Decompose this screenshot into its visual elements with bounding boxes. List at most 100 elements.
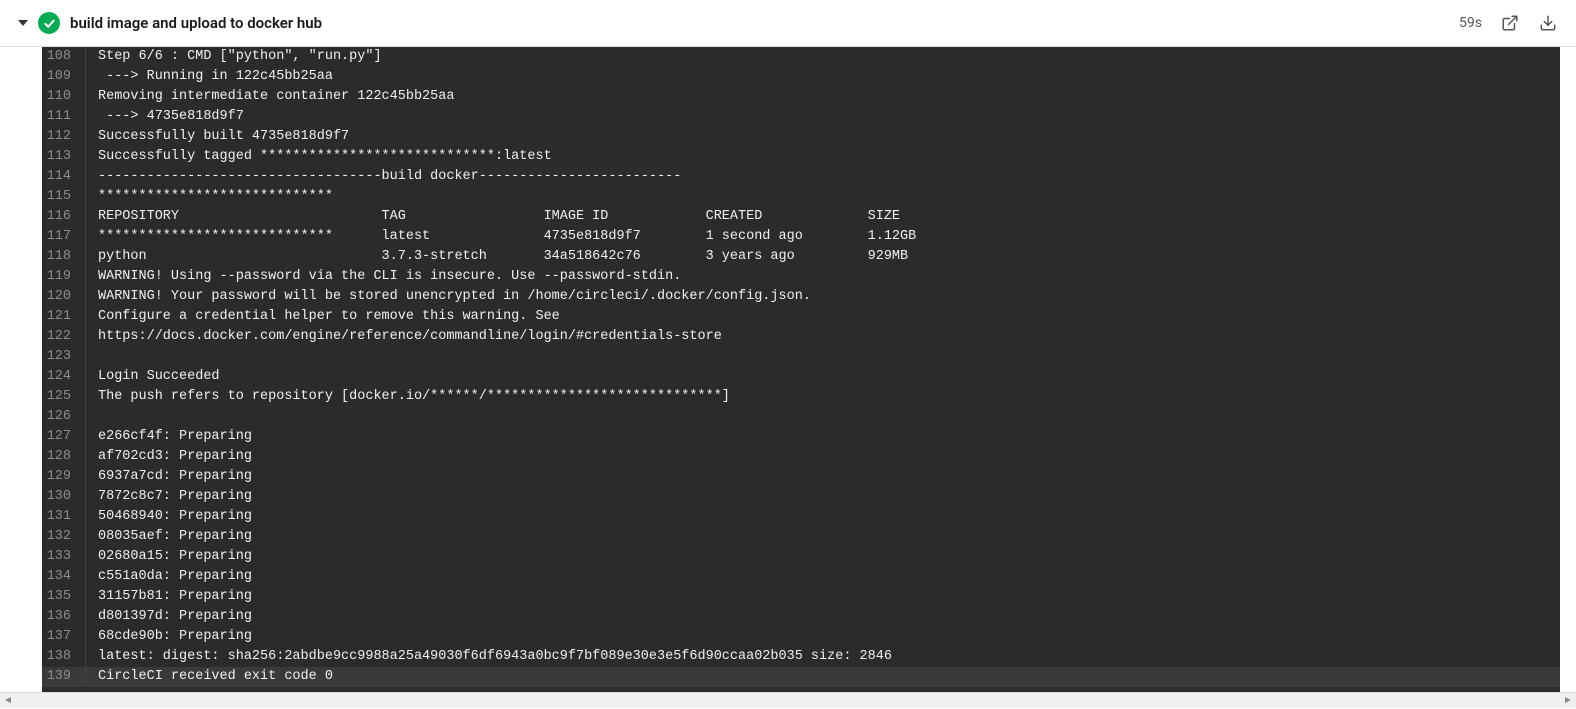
scroll-track[interactable]	[16, 693, 1560, 708]
log-line[interactable]: 13208035aef: Preparing	[42, 527, 1560, 547]
line-text: c551a0da: Preparing	[86, 567, 260, 587]
line-number: 125	[42, 387, 86, 407]
line-text: 31157b81: Preparing	[86, 587, 260, 607]
log-line[interactable]: 116REPOSITORY TAG IMAGE ID CREATED SIZE	[42, 207, 1560, 227]
log-line[interactable]: 119WARNING! Using --password via the CLI…	[42, 267, 1560, 287]
line-text: Step 6/6 : CMD ["python", "run.py"]	[86, 47, 382, 67]
line-text: 08035aef: Preparing	[86, 527, 260, 547]
line-number: 128	[42, 447, 86, 467]
log-line[interactable]: 13531157b81: Preparing	[42, 587, 1560, 607]
log-line[interactable]: 112Successfully built 4735e818d9f7	[42, 127, 1560, 147]
line-text: ---> 4735e818d9f7	[86, 107, 244, 127]
log-line[interactable]: 1307872c8c7: Preparing	[42, 487, 1560, 507]
log-line[interactable]: 126	[42, 407, 1560, 427]
line-number: 113	[42, 147, 86, 167]
line-number: 110	[42, 87, 86, 107]
line-number: 134	[42, 567, 86, 587]
line-number: 119	[42, 267, 86, 287]
log-line[interactable]: 128af702cd3: Preparing	[42, 447, 1560, 467]
line-number: 126	[42, 407, 86, 427]
line-number: 135	[42, 587, 86, 607]
line-number: 139	[42, 667, 86, 687]
log-line[interactable]: 127e266cf4f: Preparing	[42, 427, 1560, 447]
line-number: 118	[42, 247, 86, 267]
line-text: latest: digest: sha256:2abdbe9cc9988a25a…	[86, 647, 892, 667]
line-text: WARNING! Your password will be stored un…	[86, 287, 811, 307]
line-text: The push refers to repository [docker.io…	[86, 387, 730, 407]
log-line[interactable]: 113Successfully tagged *****************…	[42, 147, 1560, 167]
terminal-output[interactable]: 108Step 6/6 : CMD ["python", "run.py"]10…	[42, 47, 1560, 692]
line-number: 111	[42, 107, 86, 127]
line-number: 132	[42, 527, 86, 547]
log-line[interactable]: 110Removing intermediate container 122c4…	[42, 87, 1560, 107]
log-line[interactable]: 120WARNING! Your password will be stored…	[42, 287, 1560, 307]
log-line[interactable]: 134c551a0da: Preparing	[42, 567, 1560, 587]
log-line[interactable]: 115*****************************	[42, 187, 1560, 207]
line-text: Successfully built 4735e818d9f7	[86, 127, 349, 147]
line-number: 133	[42, 547, 86, 567]
log-line[interactable]: 136d801397d: Preparing	[42, 607, 1560, 627]
log-line[interactable]: 111 ---> 4735e818d9f7	[42, 107, 1560, 127]
scroll-left-arrow-icon[interactable]: ◄	[0, 693, 16, 709]
line-text: 7872c8c7: Preparing	[86, 487, 260, 507]
line-text: af702cd3: Preparing	[86, 447, 260, 467]
line-text: WARNING! Using --password via the CLI is…	[86, 267, 681, 287]
log-line[interactable]: 109 ---> Running in 122c45bb25aa	[42, 67, 1560, 87]
line-number: 129	[42, 467, 86, 487]
line-number: 130	[42, 487, 86, 507]
log-line[interactable]: 139CircleCI received exit code 0	[42, 667, 1560, 687]
line-text: CircleCI received exit code 0	[86, 667, 333, 687]
line-number: 138	[42, 647, 86, 667]
line-text: REPOSITORY TAG IMAGE ID CREATED SIZE	[86, 207, 900, 227]
log-line[interactable]: 108Step 6/6 : CMD ["python", "run.py"]	[42, 47, 1560, 67]
log-line[interactable]: 122https://docs.docker.com/engine/refere…	[42, 327, 1560, 347]
line-number: 137	[42, 627, 86, 647]
line-number: 115	[42, 187, 86, 207]
line-text: https://docs.docker.com/engine/reference…	[86, 327, 722, 347]
line-number: 116	[42, 207, 86, 227]
log-line[interactable]: 1296937a7cd: Preparing	[42, 467, 1560, 487]
line-number: 121	[42, 307, 86, 327]
line-text: Configure a credential helper to remove …	[86, 307, 560, 327]
line-number: 124	[42, 367, 86, 387]
log-line[interactable]: 13150468940: Preparing	[42, 507, 1560, 527]
line-number: 136	[42, 607, 86, 627]
horizontal-scrollbar[interactable]: ◄ ►	[0, 692, 1576, 708]
step-duration: 59s	[1459, 15, 1482, 31]
line-text: 02680a15: Preparing	[86, 547, 260, 567]
line-text: Removing intermediate container 122c45bb…	[86, 87, 454, 107]
header-actions: 59s	[1459, 13, 1558, 33]
log-line[interactable]: 117***************************** latest …	[42, 227, 1560, 247]
line-number: 109	[42, 67, 86, 87]
line-text: -----------------------------------build…	[86, 167, 681, 187]
log-line[interactable]: 123	[42, 347, 1560, 367]
log-line[interactable]: 114-----------------------------------bu…	[42, 167, 1560, 187]
log-line[interactable]: 121Configure a credential helper to remo…	[42, 307, 1560, 327]
scroll-right-arrow-icon[interactable]: ►	[1560, 693, 1576, 709]
log-line[interactable]: 13768cde90b: Preparing	[42, 627, 1560, 647]
line-text: python 3.7.3-stretch 34a518642c76 3 year…	[86, 247, 908, 267]
line-number: 114	[42, 167, 86, 187]
line-number: 127	[42, 427, 86, 447]
line-text: 50468940: Preparing	[86, 507, 260, 527]
download-icon[interactable]	[1538, 13, 1558, 33]
line-text: 6937a7cd: Preparing	[86, 467, 260, 487]
line-text: Successfully tagged ********************…	[86, 147, 552, 167]
step-title: build image and upload to docker hub	[70, 14, 1449, 32]
log-line[interactable]: 118python 3.7.3-stretch 34a518642c76 3 y…	[42, 247, 1560, 267]
line-text: 68cde90b: Preparing	[86, 627, 260, 647]
log-line[interactable]: 13302680a15: Preparing	[42, 547, 1560, 567]
step-header: build image and upload to docker hub 59s	[0, 0, 1576, 47]
line-text: ---> Running in 122c45bb25aa	[86, 67, 333, 87]
line-number: 112	[42, 127, 86, 147]
collapse-chevron-icon[interactable]	[18, 20, 28, 26]
log-line[interactable]: 125The push refers to repository [docker…	[42, 387, 1560, 407]
line-text: Login Succeeded	[86, 367, 220, 387]
status-success-icon	[38, 12, 60, 34]
line-number: 123	[42, 347, 86, 367]
log-line[interactable]: 138latest: digest: sha256:2abdbe9cc9988a…	[42, 647, 1560, 667]
open-external-icon[interactable]	[1500, 13, 1520, 33]
line-number: 117	[42, 227, 86, 247]
log-line[interactable]: 124Login Succeeded	[42, 367, 1560, 387]
line-text: *****************************	[86, 187, 333, 207]
